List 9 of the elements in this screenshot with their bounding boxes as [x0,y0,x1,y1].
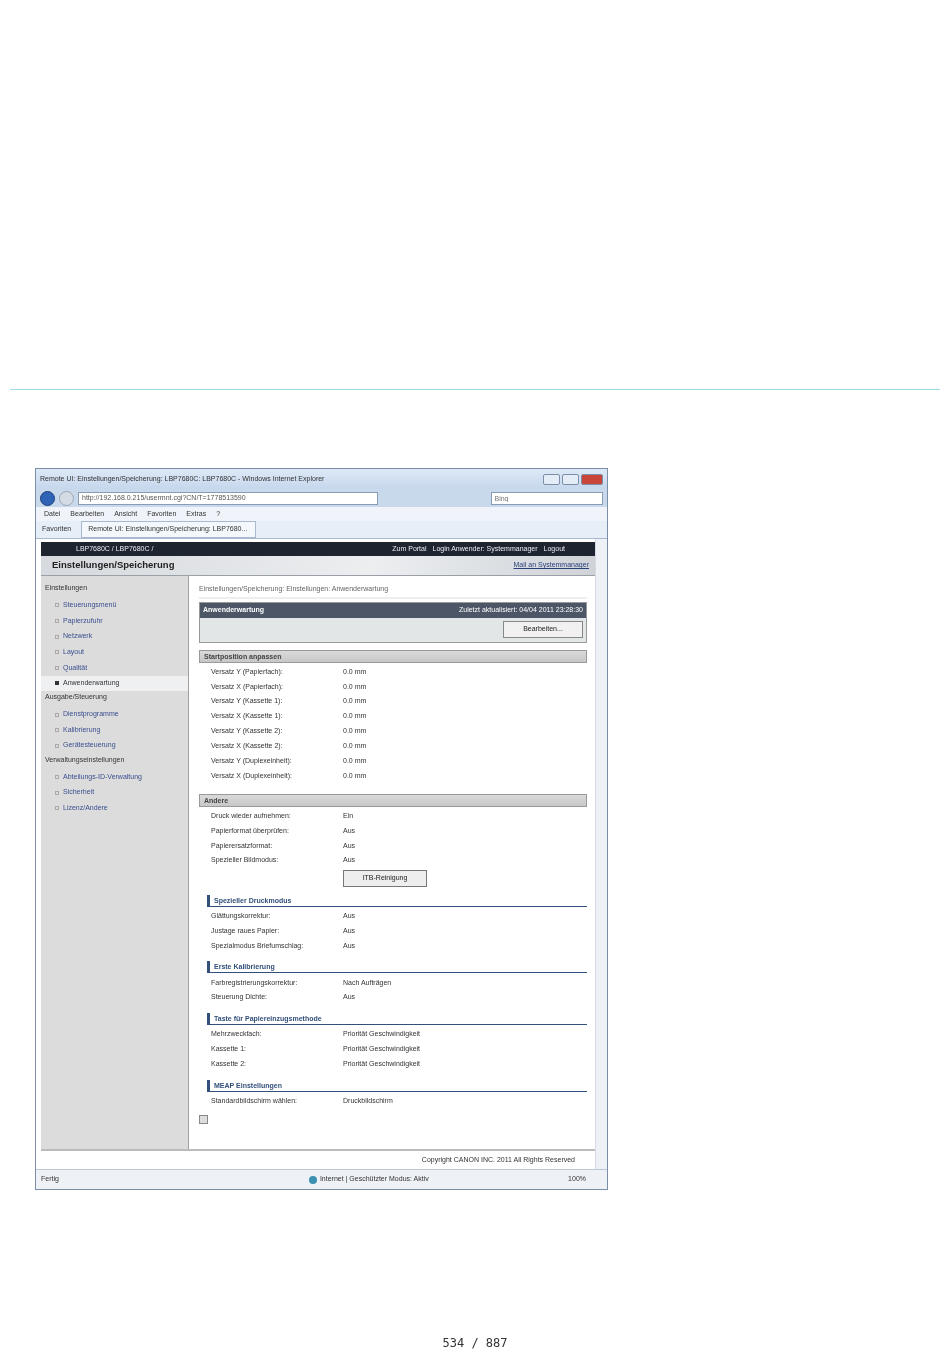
back-button[interactable] [40,490,55,506]
page-number: 534 / 887 [441,1335,509,1352]
close-button[interactable] [581,473,603,485]
maximize-button[interactable] [562,473,579,485]
scroll-top-icon[interactable] [199,1114,208,1124]
page-title: Einstellungen/Speicherung [52,558,175,573]
globe-icon [308,1175,317,1184]
minimize-button[interactable] [543,473,560,485]
scrollbar[interactable] [595,539,607,1169]
